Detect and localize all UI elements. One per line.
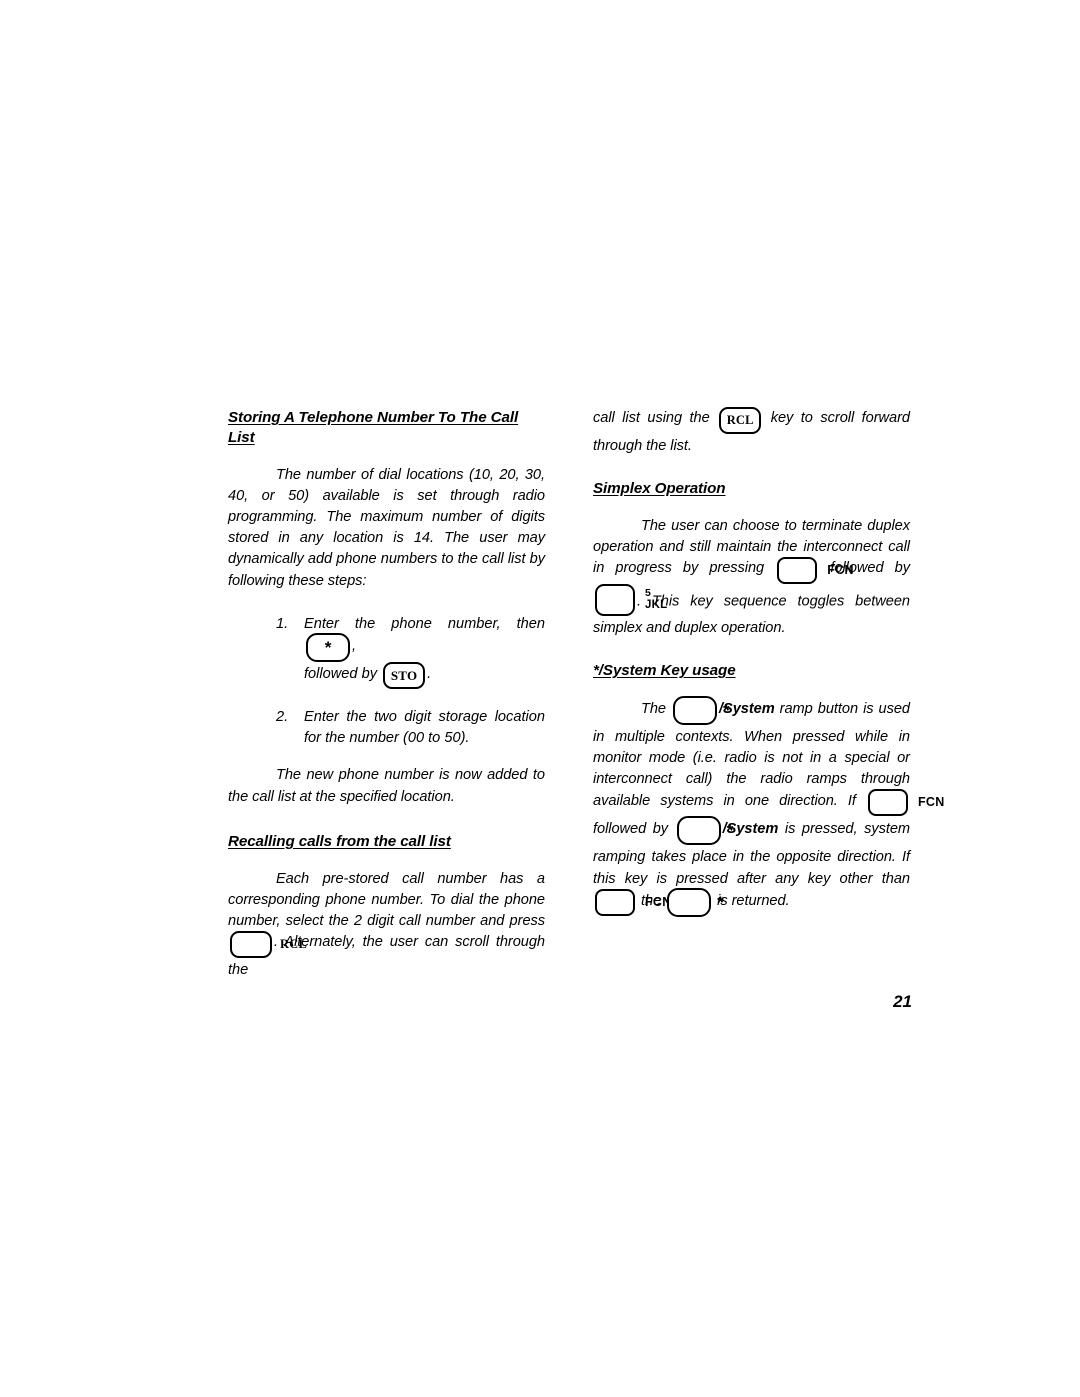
heading-system-key-usage: */System Key usage xyxy=(593,661,910,681)
paragraph-scroll-forward: call list using the RCL key to scroll fo… xyxy=(593,406,910,457)
heading-simplex-operation-text: Simplex Operation xyxy=(593,479,726,497)
star-key-icon[interactable]: * xyxy=(676,816,733,846)
step-1-text: Enter the phone number, then *, followed … xyxy=(304,614,545,691)
five-jkl-key-digit: 5 xyxy=(645,586,651,599)
step-1-keywrap: *, xyxy=(304,633,357,663)
rcl-key-icon[interactable]: RCL xyxy=(719,406,762,434)
step-1-text-before-key: Enter the phone number, then xyxy=(304,615,545,632)
paragraph-system-key-usage: The */System ramp button is used in mult… xyxy=(593,695,944,919)
step-1-line2-after-key: . xyxy=(427,666,432,683)
heading-recalling-calls: Recalling calls from the call list xyxy=(228,832,545,852)
page-number: 21 xyxy=(893,992,912,1011)
paragraph-recalling-calls: Each pre-stored call number has a corres… xyxy=(228,869,545,982)
fcn-key-icon[interactable]: FCN xyxy=(595,889,671,917)
sto-key-icon[interactable]: STO xyxy=(383,662,426,690)
list-item-step-1: 1. Enter the phone number, then *, follow… xyxy=(228,614,545,691)
heading-storing-telephone-number: Storing A Telephone Number To The Call L… xyxy=(228,408,528,448)
list-item-step-2: 2. Enter the two digit storage location … xyxy=(228,707,545,749)
step-1-text-after-key: , xyxy=(352,637,357,654)
heading-simplex-operation: Simplex Operation xyxy=(593,479,910,499)
star-key-icon[interactable]: * xyxy=(667,887,724,917)
fcn-key-icon[interactable]: FCN xyxy=(777,556,854,584)
fcn-key-icon[interactable]: FCN xyxy=(868,789,944,817)
step-2-number: 2. xyxy=(276,709,289,726)
five-jkl-key-icon[interactable]: 5 JKL xyxy=(595,583,668,616)
paragraph-scroll-part1: call list using the xyxy=(593,410,718,426)
paragraph-recalling-part2: . Alternately, the user can scroll throu… xyxy=(228,934,545,979)
rcl-key-icon[interactable]: RCL xyxy=(230,931,307,959)
heading-storing-telephone-number-text: Storing A Telephone Number To The Call L… xyxy=(228,409,519,446)
step-1-line-2: followed by STO. xyxy=(304,662,545,691)
step-1-line2-before-key: followed by xyxy=(304,666,382,683)
star-key-icon[interactable]: * xyxy=(673,695,730,725)
paragraph-system-part1: The xyxy=(641,700,672,717)
heading-system-key-usage-text: */System Key usage xyxy=(593,662,736,680)
step-2-text: Enter the two digit storage location for… xyxy=(304,709,545,747)
page-content: Storing A Telephone Number To The Call L… xyxy=(228,406,944,978)
paragraph-dial-locations: The number of dial locations (10, 20, 30… xyxy=(228,466,545,589)
paragraph-simplex-part2: . This key sequence toggles between simp… xyxy=(593,593,910,636)
document-page: Storing A Telephone Number To The Call L… xyxy=(0,0,1080,1397)
left-column: Storing A Telephone Number To The Call L… xyxy=(228,408,545,981)
star-key-icon[interactable]: * xyxy=(306,633,350,663)
five-jkl-key-letters: JKL xyxy=(645,598,668,611)
step-1-number: 1. xyxy=(276,615,289,632)
paragraph-simplex-operation: The user can choose to terminate duplex … xyxy=(593,516,910,639)
paragraph-recalling-part1: Each pre-stored call number has a corres… xyxy=(228,870,545,930)
paragraph-system-part3: followed by xyxy=(593,821,675,838)
paragraph-system-part6: is returned. xyxy=(713,892,790,909)
heading-recalling-calls-text: Recalling calls from the call list xyxy=(228,832,451,850)
two-column-layout: Storing A Telephone Number To The Call L… xyxy=(228,406,944,981)
numbered-steps-list: 1. Enter the phone number, then *, follow… xyxy=(228,614,545,750)
paragraph-new-number-added: The new phone number is now added to the… xyxy=(228,767,545,805)
right-column: call list using the RCL key to scroll fo… xyxy=(593,406,944,919)
